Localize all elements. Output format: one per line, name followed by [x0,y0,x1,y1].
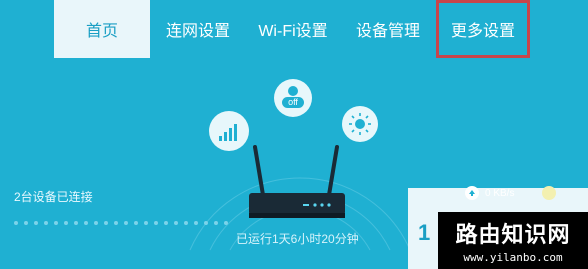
router-admin-page: 首页 连网设置 Wi-Fi设置 设备管理 更多设置 off 2台设备已连接 已运… [0,0,588,269]
tab-wifi-settings[interactable]: Wi-Fi设置 [246,0,340,58]
tab-device-management[interactable]: 设备管理 [344,0,432,58]
top-nav: 首页 连网设置 Wi-Fi设置 设备管理 更多设置 [0,0,588,58]
tab-device-management-label: 设备管理 [355,23,420,40]
watermark-url: www.yilanbo.com [463,251,563,264]
speed-row: 0 KB/s [465,186,557,200]
tab-network-settings-label: 连网设置 [165,23,230,40]
router-icon [249,145,345,218]
status-dot-icon [542,186,557,200]
uptime-text: 已运行1天6小时20分钟 [236,232,359,246]
tab-home-label: 首页 [85,23,118,40]
guest-status-label: off [282,97,304,108]
watermark: 路由知识网 www.yilanbo.com [438,212,588,269]
upload-speed: 0 KB/s [485,187,515,199]
upload-icon [465,186,479,200]
tab-more-settings[interactable]: 更多设置 [436,0,530,58]
tab-home[interactable]: 首页 [54,0,150,58]
watermark-title: 路由知识网 [455,222,571,247]
connected-devices-link[interactable]: 2台设备已连接 [14,188,93,205]
tab-more-settings-label: 更多设置 [450,23,515,40]
signal-bubble[interactable] [209,111,249,151]
tab-wifi-settings-label: Wi-Fi设置 [258,23,328,40]
light-bubble[interactable] [342,106,378,142]
tab-network-settings[interactable]: 连网设置 [152,0,244,58]
speed-digit: 1 [418,220,431,245]
device-dot-trail [14,212,244,225]
